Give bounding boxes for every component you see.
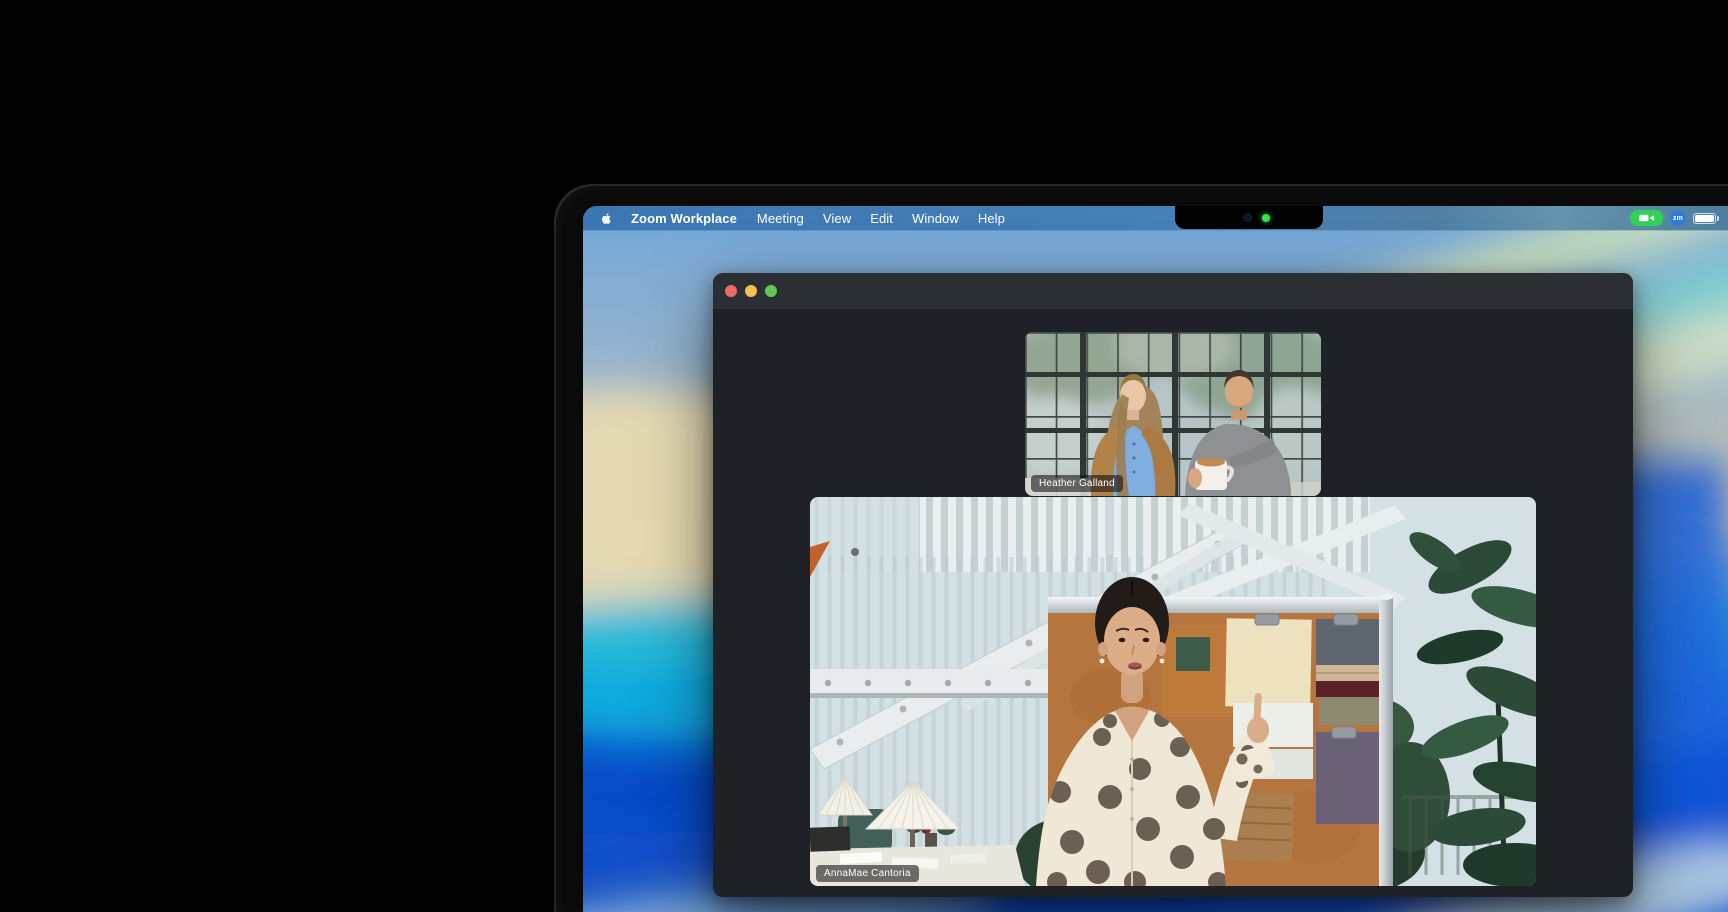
zoom-meeting-window: Heather Galland bbox=[713, 273, 1633, 897]
close-button[interactable] bbox=[725, 285, 737, 297]
menu-app-name[interactable]: Zoom Workplace bbox=[631, 211, 737, 226]
menu-item-view[interactable]: View bbox=[823, 211, 851, 226]
fullscreen-button[interactable] bbox=[765, 285, 777, 297]
menu-item-help[interactable]: Help bbox=[978, 211, 1005, 226]
video-tile-primary[interactable]: AnnaMae Cantoria bbox=[810, 497, 1536, 886]
swatch-olive bbox=[1319, 697, 1380, 725]
camera-active-indicator-icon[interactable] bbox=[1630, 210, 1663, 226]
apple-menu[interactable] bbox=[600, 211, 613, 226]
menu-item-window[interactable]: Window bbox=[912, 211, 959, 226]
participant-name-label: Heather Galland bbox=[1031, 475, 1123, 493]
swatch-gray bbox=[1316, 619, 1380, 667]
swatch-purple bbox=[1316, 732, 1383, 824]
video-tile-secondary[interactable]: Heather Galland bbox=[1025, 332, 1321, 496]
minimize-button[interactable] bbox=[745, 285, 757, 297]
zoom-app-icon[interactable]: zm bbox=[1670, 210, 1686, 226]
video-grid: Heather Galland bbox=[713, 309, 1633, 897]
menubar-status-icons: zm bbox=[1630, 210, 1719, 226]
video-camera-icon bbox=[1636, 213, 1658, 223]
menu-item-meeting[interactable]: Meeting bbox=[757, 211, 804, 226]
camera-notch bbox=[1175, 206, 1323, 229]
video-feed-two-participants bbox=[1025, 332, 1321, 496]
menu-item-edit[interactable]: Edit bbox=[870, 211, 893, 226]
stage: Zoom Workplace Meeting View Edit Window … bbox=[0, 0, 1728, 912]
camera-lens-icon bbox=[1243, 213, 1252, 222]
camera-on-indicator-light bbox=[1262, 214, 1270, 222]
window-titlebar[interactable] bbox=[713, 273, 1633, 309]
video-feed-speaker bbox=[810, 497, 1536, 886]
swatch-cream bbox=[1225, 618, 1312, 707]
swatch-dark-green bbox=[1176, 637, 1210, 671]
participant-name-label: AnnaMae Cantoria bbox=[816, 865, 919, 883]
battery-icon[interactable] bbox=[1693, 213, 1719, 224]
macbook-screen: Zoom Workplace Meeting View Edit Window … bbox=[583, 206, 1728, 912]
swatch-dark-red bbox=[1316, 681, 1381, 697]
apple-logo-icon bbox=[600, 211, 613, 226]
macbook: Zoom Workplace Meeting View Edit Window … bbox=[554, 184, 1728, 912]
menu-bar: Zoom Workplace Meeting View Edit Window … bbox=[583, 206, 1728, 230]
